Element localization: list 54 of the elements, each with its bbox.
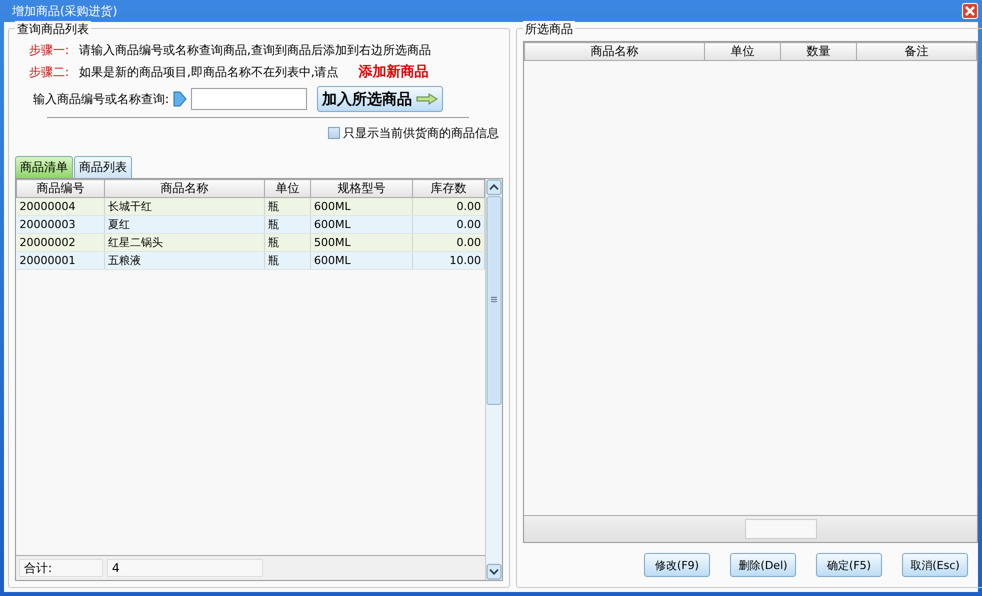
checkbox-label: 只显示当前供货商的商品信息 — [343, 124, 499, 142]
table-cell: 红星二锅头 — [104, 234, 264, 252]
arrow-icon — [173, 91, 188, 107]
step-label: 步骤二: — [29, 64, 70, 80]
table-cell: 长城干红 — [104, 198, 264, 216]
column-header[interactable]: 商品编号 — [16, 180, 104, 198]
column-header[interactable]: 商品名称 — [104, 180, 264, 198]
table-cell: 瓶 — [264, 198, 310, 216]
footer-cell — [744, 519, 816, 539]
table-cell: 0.00 — [412, 234, 484, 252]
table-cell: 0.00 — [412, 198, 484, 216]
step-text: 如果是新的商品项目,即商品名称不在列表中,请点 — [79, 64, 339, 80]
total-label: 合计: — [19, 559, 103, 577]
table-cell: 600ML — [310, 216, 412, 234]
column-header[interactable]: 库存数 — [412, 180, 484, 198]
table-cell: 瓶 — [264, 234, 310, 252]
step-label: 步骤一: — [29, 42, 70, 58]
tab[interactable]: 商品清单 — [15, 156, 73, 178]
table-cell: 夏红 — [104, 216, 264, 234]
column-header[interactable]: 规格型号 — [310, 180, 412, 198]
action-button[interactable]: 删除(Del) — [730, 553, 796, 577]
tab[interactable]: 商品列表 — [74, 156, 132, 178]
checkbox[interactable] — [328, 127, 340, 139]
action-button[interactable]: 修改(F9) — [644, 553, 710, 577]
table-cell: 五粮液 — [104, 252, 264, 270]
close-icon[interactable] — [962, 3, 978, 19]
table-cell: 20000001 — [16, 252, 104, 270]
action-button[interactable]: 确定(F5) — [816, 553, 882, 577]
window-title: 增加商品(采购进货) — [11, 2, 118, 20]
table-cell: 10.00 — [412, 252, 484, 270]
table-cell: 瓶 — [264, 216, 310, 234]
table-cell: 600ML — [310, 198, 412, 216]
column-header[interactable]: 单位 — [264, 180, 310, 198]
action-button[interactable]: 取消(Esc) — [902, 553, 968, 577]
column-header[interactable]: 单位 — [704, 42, 780, 60]
scrollbar[interactable] — [485, 179, 502, 580]
table-cell: 0.00 — [412, 216, 484, 234]
step-text: 请输入商品编号或名称查询商品,查询到商品后添加到右边所选商品 — [79, 42, 431, 58]
add-new-product-link[interactable]: 添加新商品 — [358, 63, 429, 81]
search-label: 输入商品编号或名称查询: — [33, 90, 170, 108]
panel-title: 查询商品列表 — [15, 21, 91, 38]
table-cell: 20000002 — [16, 234, 104, 252]
table-cell: 600ML — [310, 252, 412, 270]
table-cell: 瓶 — [264, 252, 310, 270]
search-field[interactable] — [191, 88, 308, 110]
table-cell: 20000004 — [16, 198, 104, 216]
total-value: 4 — [107, 559, 263, 577]
column-header[interactable]: 商品名称 — [524, 42, 704, 60]
column-header[interactable]: 数量 — [780, 42, 856, 60]
table-cell: 500ML — [310, 234, 412, 252]
column-header[interactable]: 备注 — [856, 42, 976, 60]
arrow-right-icon — [416, 93, 438, 105]
add-selected-button[interactable]: 加入所选商品 — [317, 86, 444, 112]
table-cell: 20000003 — [16, 216, 104, 234]
